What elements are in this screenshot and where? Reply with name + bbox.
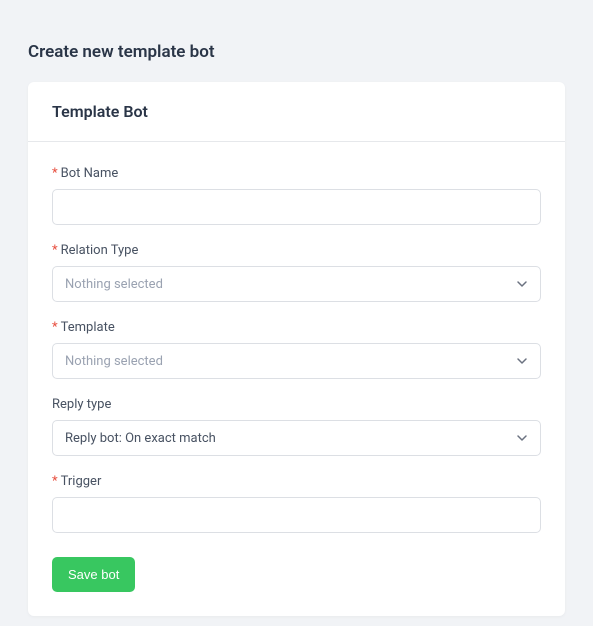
bot-name-group: *Bot Name bbox=[52, 166, 541, 225]
template-label: *Template bbox=[52, 320, 541, 335]
reply-type-group: Reply type Reply bot: On exact match bbox=[52, 397, 541, 456]
relation-type-group: *Relation Type Nothing selected bbox=[52, 243, 541, 302]
save-bot-button[interactable]: Save bot bbox=[52, 557, 135, 592]
chevron-down-icon bbox=[516, 432, 528, 444]
required-indicator: * bbox=[52, 320, 58, 335]
template-bot-card: Template Bot *Bot Name *Relation Type No… bbox=[28, 82, 565, 616]
template-selected: Nothing selected bbox=[65, 354, 163, 369]
bot-name-label: *Bot Name bbox=[52, 166, 541, 181]
reply-type-selected: Reply bot: On exact match bbox=[65, 431, 216, 446]
card-body: *Bot Name *Relation Type Nothing selecte… bbox=[28, 142, 565, 616]
page-title: Create new template bot bbox=[28, 42, 565, 62]
template-select[interactable]: Nothing selected bbox=[52, 343, 541, 379]
card-header-title: Template Bot bbox=[52, 102, 541, 121]
trigger-input[interactable] bbox=[52, 497, 541, 533]
chevron-down-icon bbox=[516, 355, 528, 367]
reply-type-select[interactable]: Reply bot: On exact match bbox=[52, 420, 541, 456]
chevron-down-icon bbox=[516, 278, 528, 290]
template-group: *Template Nothing selected bbox=[52, 320, 541, 379]
trigger-group: *Trigger bbox=[52, 474, 541, 533]
relation-type-selected: Nothing selected bbox=[65, 277, 163, 292]
relation-type-select[interactable]: Nothing selected bbox=[52, 266, 541, 302]
required-indicator: * bbox=[52, 243, 58, 258]
relation-type-label: *Relation Type bbox=[52, 243, 541, 258]
trigger-label: *Trigger bbox=[52, 474, 541, 489]
required-indicator: * bbox=[52, 474, 58, 489]
reply-type-label: Reply type bbox=[52, 397, 541, 412]
required-indicator: * bbox=[52, 166, 58, 181]
bot-name-input[interactable] bbox=[52, 189, 541, 225]
card-header: Template Bot bbox=[28, 82, 565, 142]
